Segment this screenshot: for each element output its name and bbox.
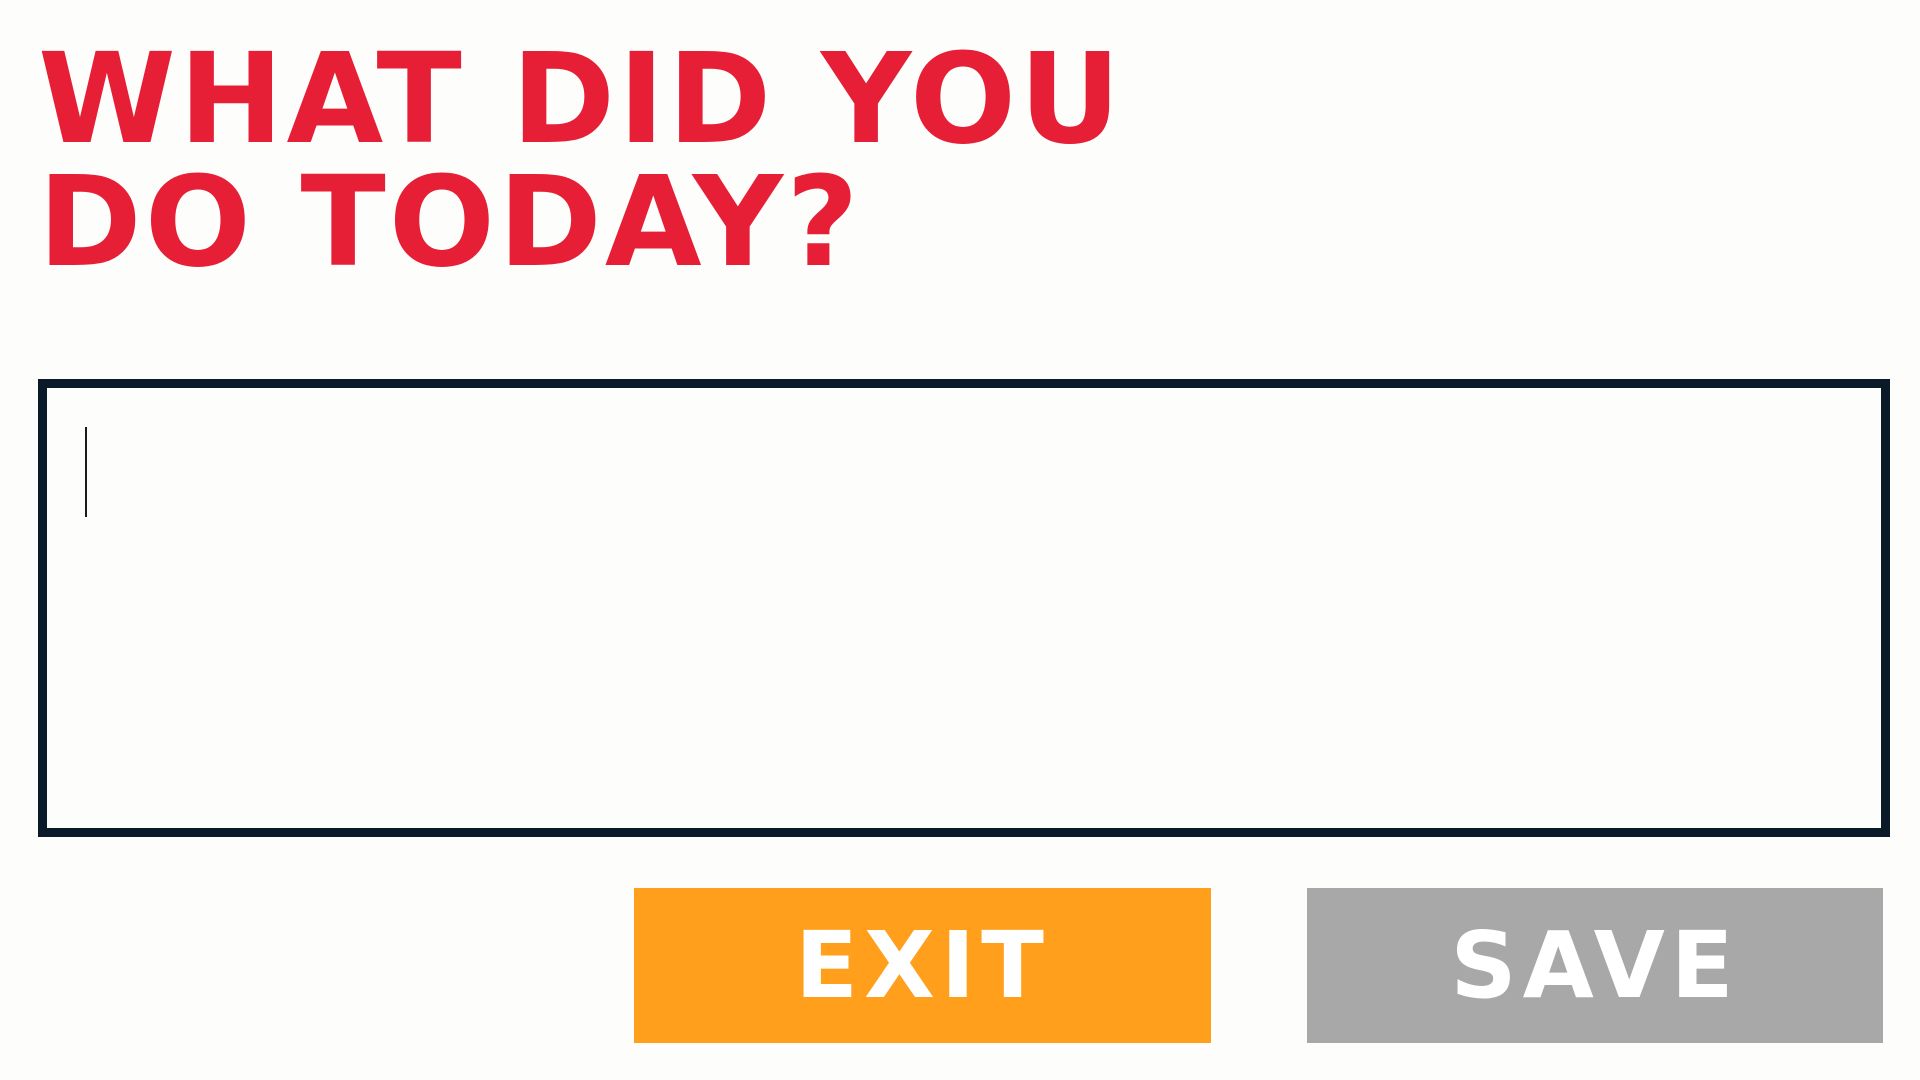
save-button-label: SAVE <box>1450 912 1740 1019</box>
entry-box[interactable] <box>38 379 1890 932</box>
exit-button-label: EXIT <box>795 912 1050 1019</box>
text-caret <box>85 427 87 517</box>
entry-textarea[interactable] <box>47 388 1881 828</box>
save-button[interactable]: SAVE <box>1307 888 1883 1043</box>
prompt-heading: WHAT DID YOU DO TODAY? <box>38 27 1124 295</box>
prompt-heading-line-2: DO TODAY? <box>38 150 862 295</box>
journal-entry-screen: WHAT DID YOU DO TODAY? EXIT SAVE <box>0 0 1920 1080</box>
exit-button[interactable]: EXIT <box>634 888 1211 1043</box>
prompt-heading-line-1: WHAT DID YOU <box>38 27 1124 172</box>
